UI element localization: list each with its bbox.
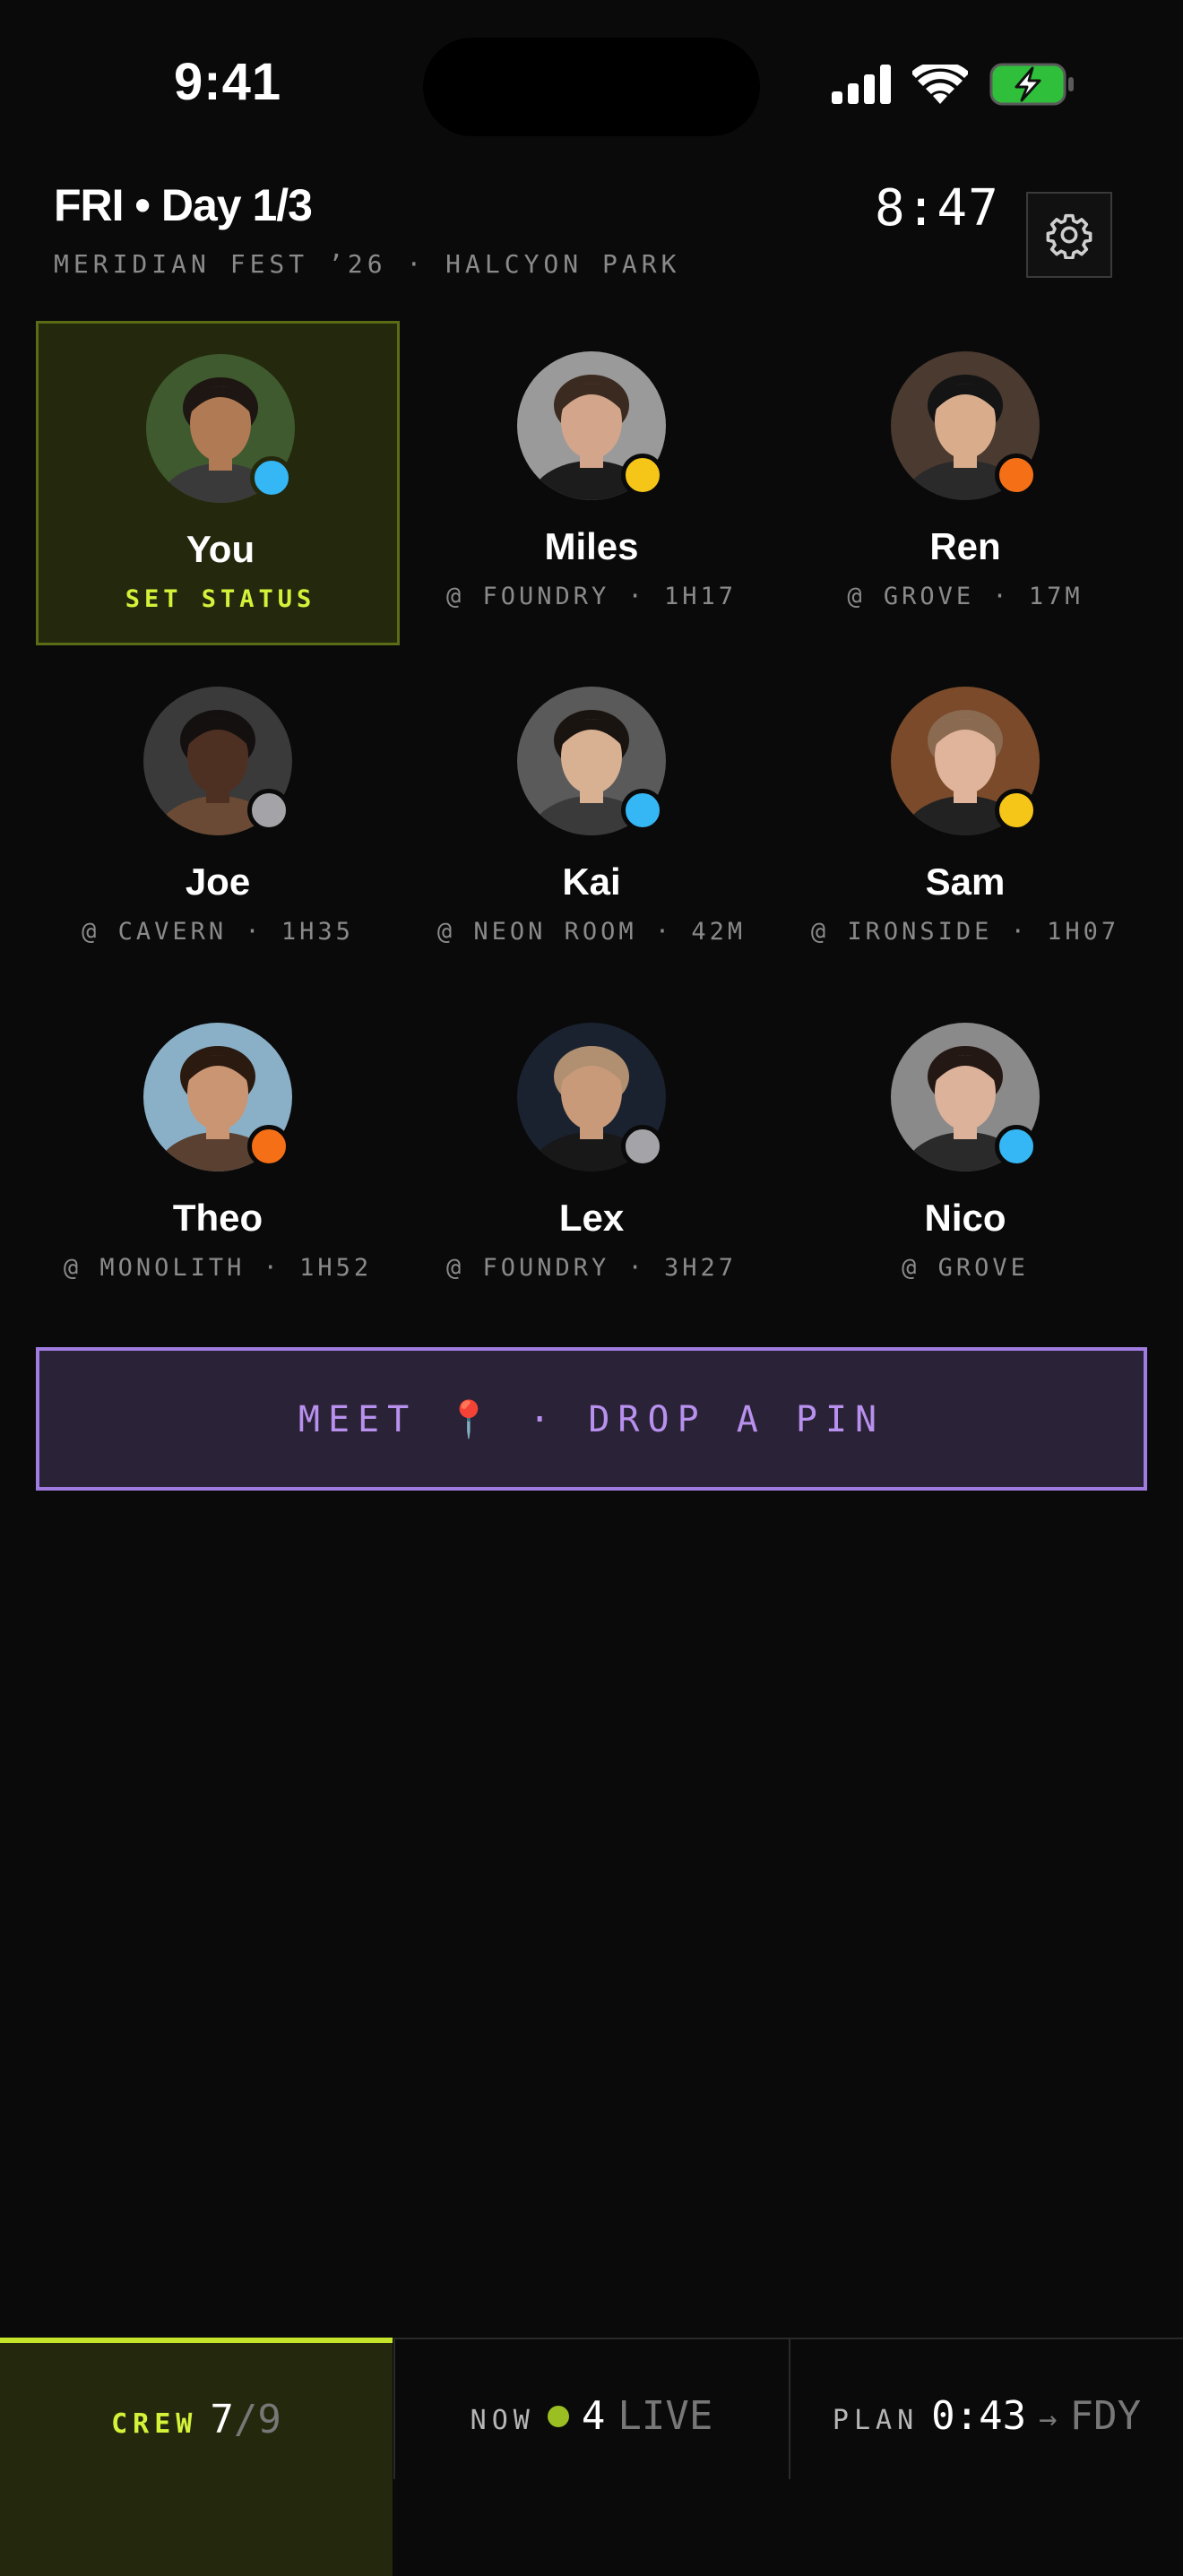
crew-card[interactable]: Theo @ MONOLITH · 1H52 — [36, 992, 400, 1317]
status-dot — [995, 454, 1038, 497]
status-time: 9:41 — [174, 53, 282, 111]
live-label: LIVE — [617, 2393, 713, 2439]
crew-card[interactable]: Kai @ NEON ROOM · 42M — [410, 656, 773, 981]
meet-drop-pin-button[interactable]: MEET 📍 · DROP A PIN — [36, 1347, 1147, 1491]
status-dot — [995, 1125, 1038, 1168]
crew-card[interactable]: Sam @ IRONSIDE · 1H07 — [783, 656, 1147, 981]
settings-button[interactable] — [1026, 192, 1112, 278]
crew-location: @ FOUNDRY · 1H17 — [445, 583, 738, 610]
crew-card[interactable]: Lex @ FOUNDRY · 3H27 — [410, 992, 773, 1317]
live-indicator-dot — [547, 2405, 569, 2427]
gear-icon — [1046, 213, 1092, 259]
tab-plan[interactable]: PLAN 0:43 → FDY — [790, 2339, 1183, 2572]
event-subtitle: MERIDIAN FEST ’26 · HALCYON PARK — [54, 249, 681, 279]
crew-count: 7 — [210, 2397, 234, 2442]
crew-card[interactable]: Nico @ GROVE — [783, 992, 1147, 1317]
status-dot — [621, 789, 664, 832]
status-dot — [621, 1125, 664, 1168]
header-clock: 8:47 — [875, 179, 999, 238]
crew-card[interactable]: Miles @ FOUNDRY · 1H17 — [410, 321, 773, 645]
tab-now-label: NOW — [470, 2405, 535, 2436]
crew-card[interactable]: Ren @ GROVE · 17M — [783, 321, 1147, 645]
status-dot — [621, 454, 664, 497]
tab-now[interactable]: NOW 4 LIVE — [394, 2339, 789, 2572]
crew-name: Kai — [562, 860, 621, 903]
crew-name: Joe — [185, 860, 251, 903]
crew-location: @ GROVE — [902, 1254, 1029, 1282]
crew-card-self[interactable]: You SET STATUS — [36, 321, 400, 645]
wifi-icon — [912, 65, 968, 104]
status-dot — [247, 1125, 290, 1168]
crew-location: @ CAVERN · 1H35 — [82, 918, 354, 946]
crew-card[interactable]: Joe @ CAVERN · 1H35 — [36, 656, 400, 981]
crew-name: Miles — [544, 525, 639, 567]
plan-countdown: 0:43 — [931, 2393, 1027, 2439]
crew-name: You — [186, 528, 255, 570]
bottom-tab-bar: CREW 7/9 NOW 4 LIVE PLAN 0:43 → FDY — [0, 2338, 1183, 2576]
crew-total: /9 — [233, 2397, 281, 2442]
crew-location: @ IRONSIDE · 1H07 — [810, 918, 1120, 946]
plan-destination: FDY — [1069, 2393, 1142, 2439]
dynamic-island — [423, 38, 760, 136]
status-dot — [995, 789, 1038, 832]
arrow-right-icon: → — [1039, 2401, 1058, 2437]
crew-name: Ren — [929, 525, 1001, 567]
tab-plan-label: PLAN — [832, 2405, 920, 2436]
cellular-signal-icon — [832, 65, 891, 104]
status-bar: 9:41 — [0, 0, 1183, 170]
status-dot — [247, 789, 290, 832]
tab-crew-label: CREW — [111, 2408, 198, 2440]
tab-crew[interactable]: CREW 7/9 — [0, 2338, 393, 2576]
crew-location: @ NEON ROOM · 42M — [436, 918, 747, 946]
crew-name: Nico — [924, 1197, 1006, 1239]
crew-location: @ GROVE · 17M — [847, 583, 1084, 610]
crew-name: Lex — [558, 1197, 625, 1239]
crew-location: @ FOUNDRY · 3H27 — [445, 1254, 738, 1282]
live-count: 4 — [581, 2393, 606, 2439]
battery-charging-icon — [989, 63, 1074, 106]
crew-location: @ MONOLITH · 1H52 — [63, 1254, 373, 1282]
status-icons — [832, 63, 1075, 106]
status-dot — [250, 456, 293, 499]
crew-name: Theo — [172, 1197, 263, 1239]
page-title: FRI • Day 1/3 — [54, 180, 313, 230]
set-status-link[interactable]: SET STATUS — [12, 585, 429, 613]
crew-name: Sam — [925, 860, 1006, 903]
